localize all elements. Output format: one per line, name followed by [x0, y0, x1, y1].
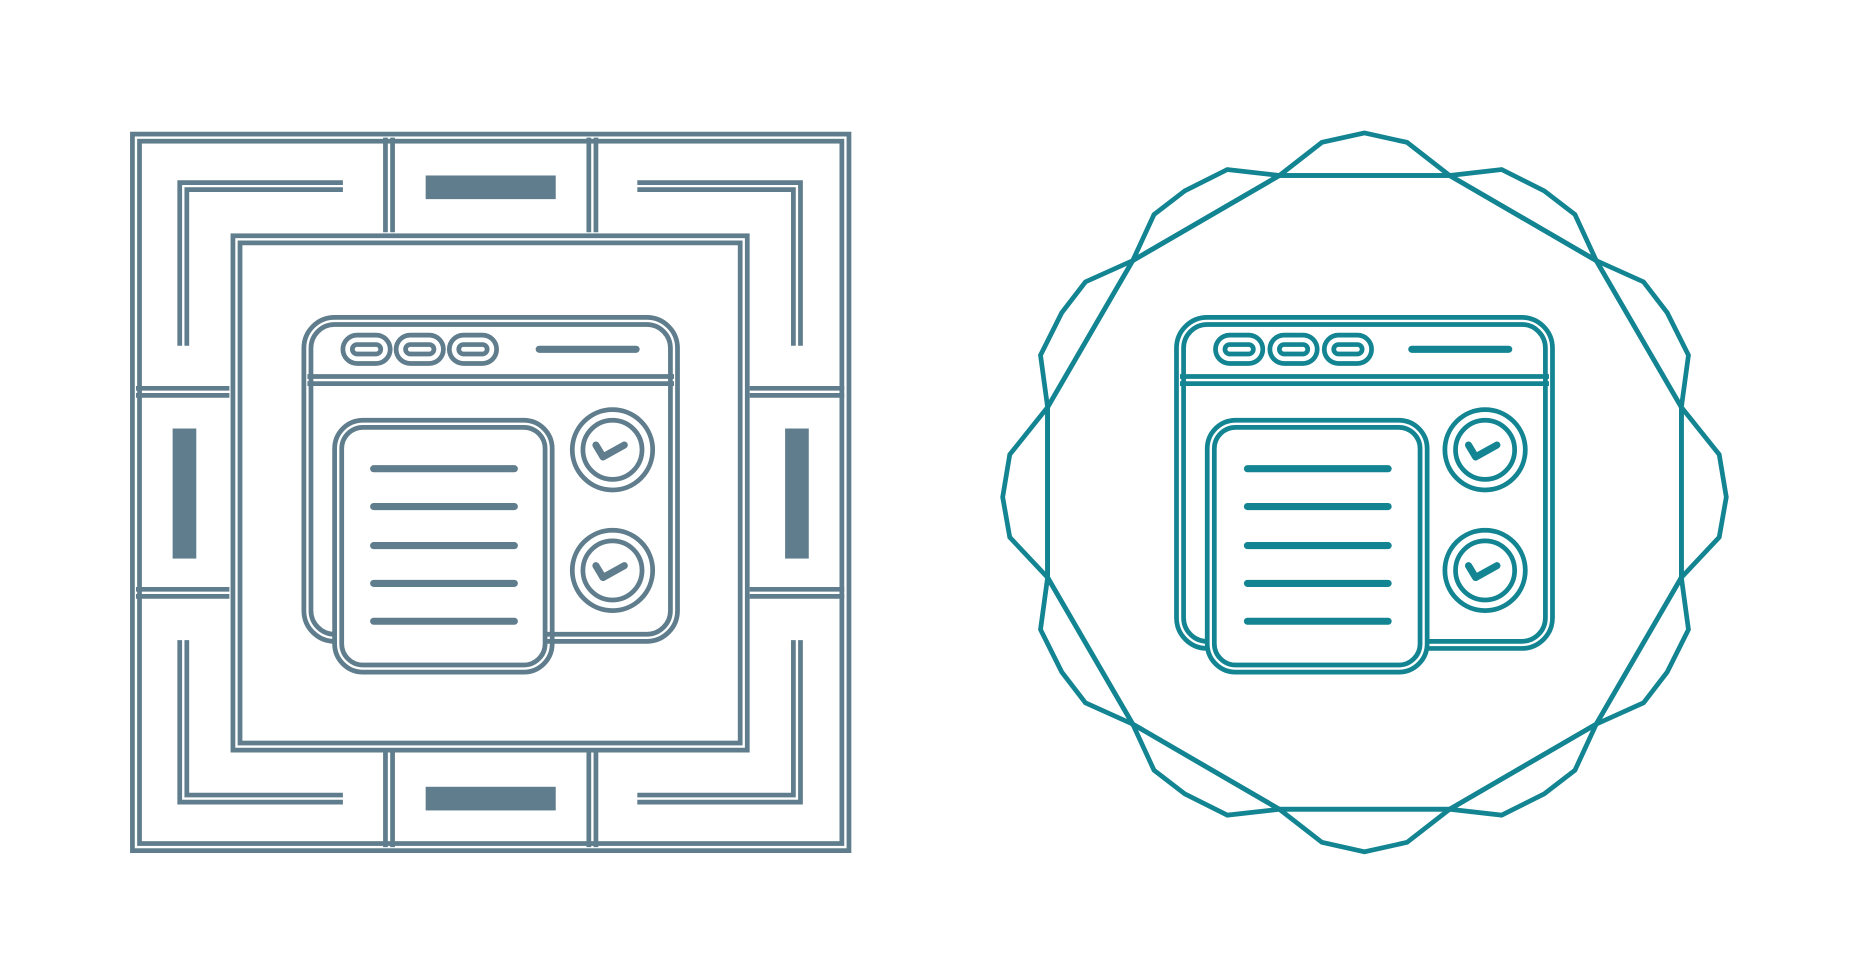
browser-checklist-icon-badge-frame: [1000, 130, 1729, 855]
square-frame: [130, 131, 852, 853]
icon-svg: [130, 130, 1729, 855]
icon-canvas: [0, 0, 1854, 980]
badge-frame: [1000, 130, 1729, 855]
browser-window-icon: [301, 315, 680, 675]
frame-bars: [172, 175, 809, 811]
browser-checklist-icon-square-frame: [130, 131, 852, 853]
browser-window-icon: [1174, 315, 1555, 675]
